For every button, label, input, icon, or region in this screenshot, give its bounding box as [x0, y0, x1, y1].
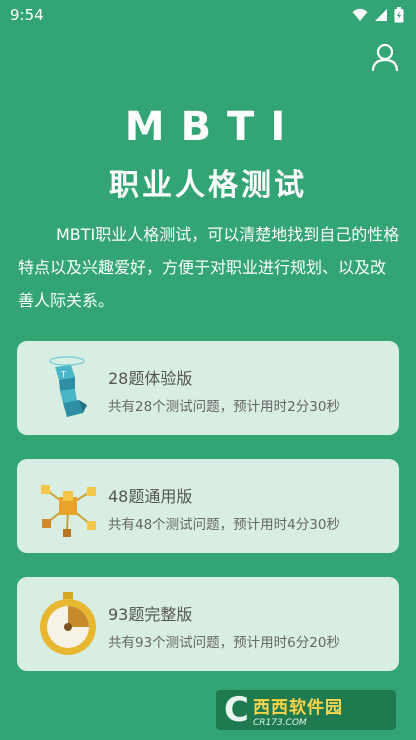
- user-profile-button[interactable]: [370, 42, 400, 72]
- test-card-93[interactable]: 93题完整版 共有93个测试问题，预计用时6分20秒: [17, 577, 399, 671]
- wifi-icon: [352, 8, 368, 21]
- stopwatch-icon: [40, 592, 96, 655]
- user-icon: [371, 43, 399, 72]
- page-title-en: MBTI: [124, 104, 302, 150]
- status-bar: 9:54: [0, 0, 416, 30]
- watermark-c-mark: C: [224, 690, 249, 730]
- status-time: 9:54: [10, 6, 44, 24]
- card-title: 93题完整版: [108, 605, 193, 624]
- watermark-text-en: CR173.COM: [252, 717, 307, 728]
- card-title: 28题体验版: [108, 369, 193, 388]
- test-card-48[interactable]: 48题通用版 共有48个测试问题，预计用时4分30秒: [17, 459, 399, 553]
- watermark-text-cn: 西西软件园: [252, 697, 343, 718]
- card-desc: 共有93个测试问题，预计用时6分20秒: [108, 635, 340, 651]
- cube-figure-icon: T: [49, 356, 87, 417]
- battery-icon: [394, 7, 404, 23]
- watermark-logo: C 西西软件园 CR173.COM: [216, 690, 396, 730]
- svg-text:T: T: [60, 370, 66, 379]
- test-card-28[interactable]: T 28题体验版 共有28个测试问题，预计用时2分30秒: [17, 341, 399, 435]
- card-title: 48题通用版: [108, 487, 193, 506]
- card-desc: 共有48个测试问题，预计用时4分30秒: [108, 517, 340, 533]
- intro-text: MBTI职业人格测试，可以清楚地找到自己的性格特点以及兴趣爱好，方便于对职业进行…: [18, 225, 400, 310]
- status-icons: [352, 7, 404, 23]
- signal-icon: [375, 9, 387, 21]
- page-title-cn: 职业人格测试: [109, 168, 307, 203]
- cube-molecule-icon: [41, 485, 96, 537]
- card-desc: 共有28个测试问题，预计用时2分30秒: [108, 399, 340, 415]
